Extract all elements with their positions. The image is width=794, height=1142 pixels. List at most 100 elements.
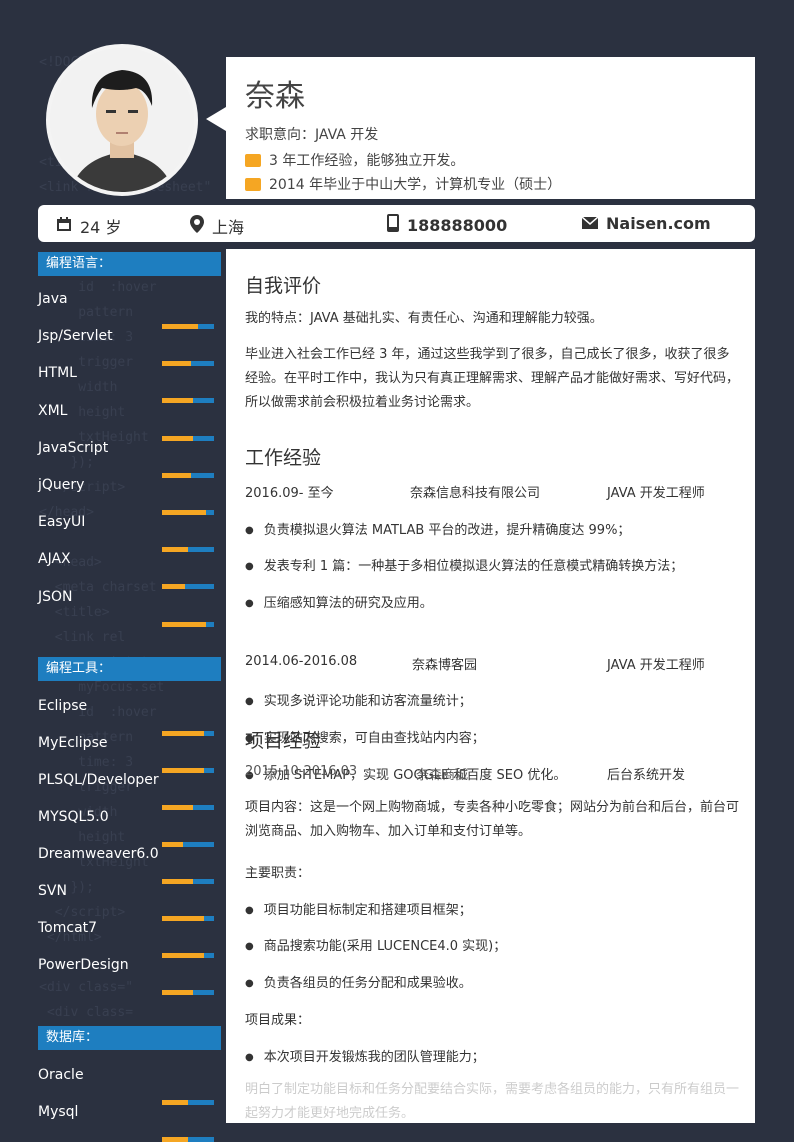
skill-level-fill	[162, 842, 183, 847]
job1-company: 奈森信息科技有限公司	[410, 486, 541, 501]
work-experience-title: 工作经验	[245, 447, 322, 469]
education-text: 2014 年毕业于中山大学，计算机专业（硕士）	[269, 177, 562, 193]
skill-label: JavaScript	[38, 439, 109, 456]
candidate-name: 奈森	[245, 79, 305, 114]
skill-level-bar	[162, 842, 214, 847]
project-date: 2015.10-2016.03	[245, 764, 358, 779]
job2-role: JAVA 开发工程师	[607, 658, 705, 673]
skill-level-fill	[162, 547, 188, 553]
age-text: 24 岁	[80, 218, 122, 237]
project-experience-title: 项目经验	[245, 730, 322, 752]
skill-label: EasyUI	[38, 514, 86, 531]
databases-title: 数据库：	[38, 1026, 221, 1050]
city-text: 上海	[212, 218, 245, 237]
info-bar: 24 岁 上海 188888000 Naisen.com	[38, 205, 755, 242]
project-content: 项目内容：这是一个网上购物商城，专卖各种小吃零食；网站分为前台和后台，前台可浏览…	[245, 800, 740, 839]
skill-label: PowerDesign	[38, 957, 129, 973]
results-title: 项目成果：	[245, 1013, 311, 1028]
skill-label: Java	[38, 291, 68, 307]
skill-level-bar	[162, 953, 214, 958]
skill-level-fill	[162, 953, 204, 958]
mobile-phone-icon	[387, 214, 399, 236]
job2-company: 奈森博客园	[412, 658, 478, 673]
skill-level-fill	[162, 510, 207, 515]
skill-level-fill	[162, 990, 194, 995]
graduation-cap-icon	[245, 178, 261, 191]
skill-level-bar	[162, 361, 214, 367]
phone-text: 188888000	[407, 215, 508, 235]
skill-level-fill	[162, 768, 204, 773]
skill-level-bar	[162, 879, 214, 884]
skill-label: Dreamweaver6.0	[38, 846, 159, 862]
duty-item: 商品搜索功能(采用 LUCENCE4.0 实现)；	[245, 935, 507, 954]
skill-level-fill	[162, 324, 199, 329]
job2-date: 2014.06-2016.08	[245, 654, 358, 669]
person-portrait-icon	[50, 48, 194, 192]
calendar-icon	[56, 216, 72, 236]
skill-level-fill	[162, 435, 194, 441]
skill-level-fill	[162, 1100, 188, 1105]
result-item: 本次项目开发锻炼我的团队管理能力；	[245, 1046, 485, 1065]
skill-level-fill	[162, 361, 191, 367]
briefcase-icon	[245, 154, 261, 167]
skill-level-fill	[162, 731, 204, 736]
skill-level-bar	[162, 1100, 214, 1105]
self-evaluation-paragraph-1: 我的特点：JAVA 基础扎实、有责任心、沟通和理解能力较强。	[245, 311, 603, 326]
project-role: 后台系统开发	[607, 768, 686, 783]
skill-level-bar	[162, 621, 214, 627]
job1-role: JAVA 开发工程师	[607, 486, 705, 501]
skill-label: Eclipse	[38, 698, 88, 714]
job-intent: 求职意向：JAVA 开发	[245, 127, 379, 143]
job1-date: 2016.09- 至今	[245, 486, 334, 501]
skill-label: Jsp/Servlet	[38, 328, 113, 345]
age-item: 24 岁	[56, 214, 121, 238]
duties-title: 主要职责：	[245, 866, 311, 881]
programming-languages-title: 编程语言：	[38, 252, 221, 276]
skill-label: AJAX	[38, 551, 71, 568]
job2-item: 实现多说评论功能和访客流量统计；	[245, 690, 472, 709]
skill-level-fill	[162, 805, 194, 810]
skill-label: XML	[38, 402, 68, 419]
website-item: Naisen.com	[581, 214, 711, 233]
job1-item: 负责模拟退火算法 MATLAB 平台的改进，提升精确度达 99%；	[245, 519, 631, 538]
education-line: 2014 年毕业于中山大学，计算机专业（硕士）	[245, 174, 561, 194]
skill-level-bar	[162, 731, 214, 736]
self-evaluation-paragraph-2: 毕业进入社会工作已经 3 年，通过这些我学到了很多，自己成长了很多，收获了很多经…	[245, 347, 740, 410]
skill-level-bar	[162, 584, 214, 590]
job1-item: 压缩感知算法的研究及应用。	[245, 592, 433, 611]
job1-item: 发表专利 1 篇：一种基于多相位模拟退火算法的任意模式精确转换方法；	[245, 555, 684, 574]
skill-label: jQuery	[38, 477, 85, 493]
skill-level-bar	[162, 805, 214, 810]
skill-level-fill	[162, 916, 204, 921]
skill-level-fill	[162, 621, 207, 627]
experience-text: 3 年工作经验，能够独立开发。	[269, 153, 465, 169]
skill-level-bar	[162, 990, 214, 995]
main-content: 自我评价 我的特点：JAVA 基础扎实、有责任心、沟通和理解能力较强。 毕业进入…	[226, 249, 755, 1123]
experience-line: 3 年工作经验，能够独立开发。	[245, 150, 464, 170]
skill-level-fill	[162, 398, 194, 404]
skill-level-bar	[162, 472, 214, 478]
skill-level-bar	[162, 510, 214, 515]
avatar-photo	[46, 44, 198, 196]
self-evaluation-title: 自我评价	[245, 275, 322, 297]
header-card: 奈森 求职意向：JAVA 开发 3 年工作经验，能够独立开发。 2014 年毕业…	[206, 57, 755, 199]
skill-level-bar	[162, 1137, 214, 1142]
skill-level-bar	[162, 324, 214, 329]
result-item: 明白了制定功能目标和任务分配要结合实际，需要考虑各组员的能力，只有所有组员一起努…	[245, 1082, 740, 1121]
skill-label: MYSQL5.0	[38, 809, 109, 825]
duty-item: 项目功能目标制定和搭建项目框架；	[245, 899, 472, 918]
envelope-icon	[581, 214, 599, 233]
skill-level-fill	[162, 879, 194, 884]
programming-tools-title: 编程工具：	[38, 657, 221, 681]
skill-label: Oracle	[38, 1067, 84, 1083]
skill-label: MyEclipse	[38, 735, 108, 751]
skill-level-bar	[162, 547, 214, 553]
skill-level-fill	[162, 472, 191, 478]
phone-item: 188888000	[387, 214, 507, 236]
skill-label: HTML	[38, 365, 77, 382]
duty-item: 负责各组员的任务分配和成果验收。	[245, 972, 472, 991]
website-text: Naisen.com	[606, 214, 711, 233]
location-pin-icon	[190, 215, 204, 237]
skill-level-fill	[162, 1137, 188, 1142]
skill-label: JSON	[38, 588, 73, 605]
